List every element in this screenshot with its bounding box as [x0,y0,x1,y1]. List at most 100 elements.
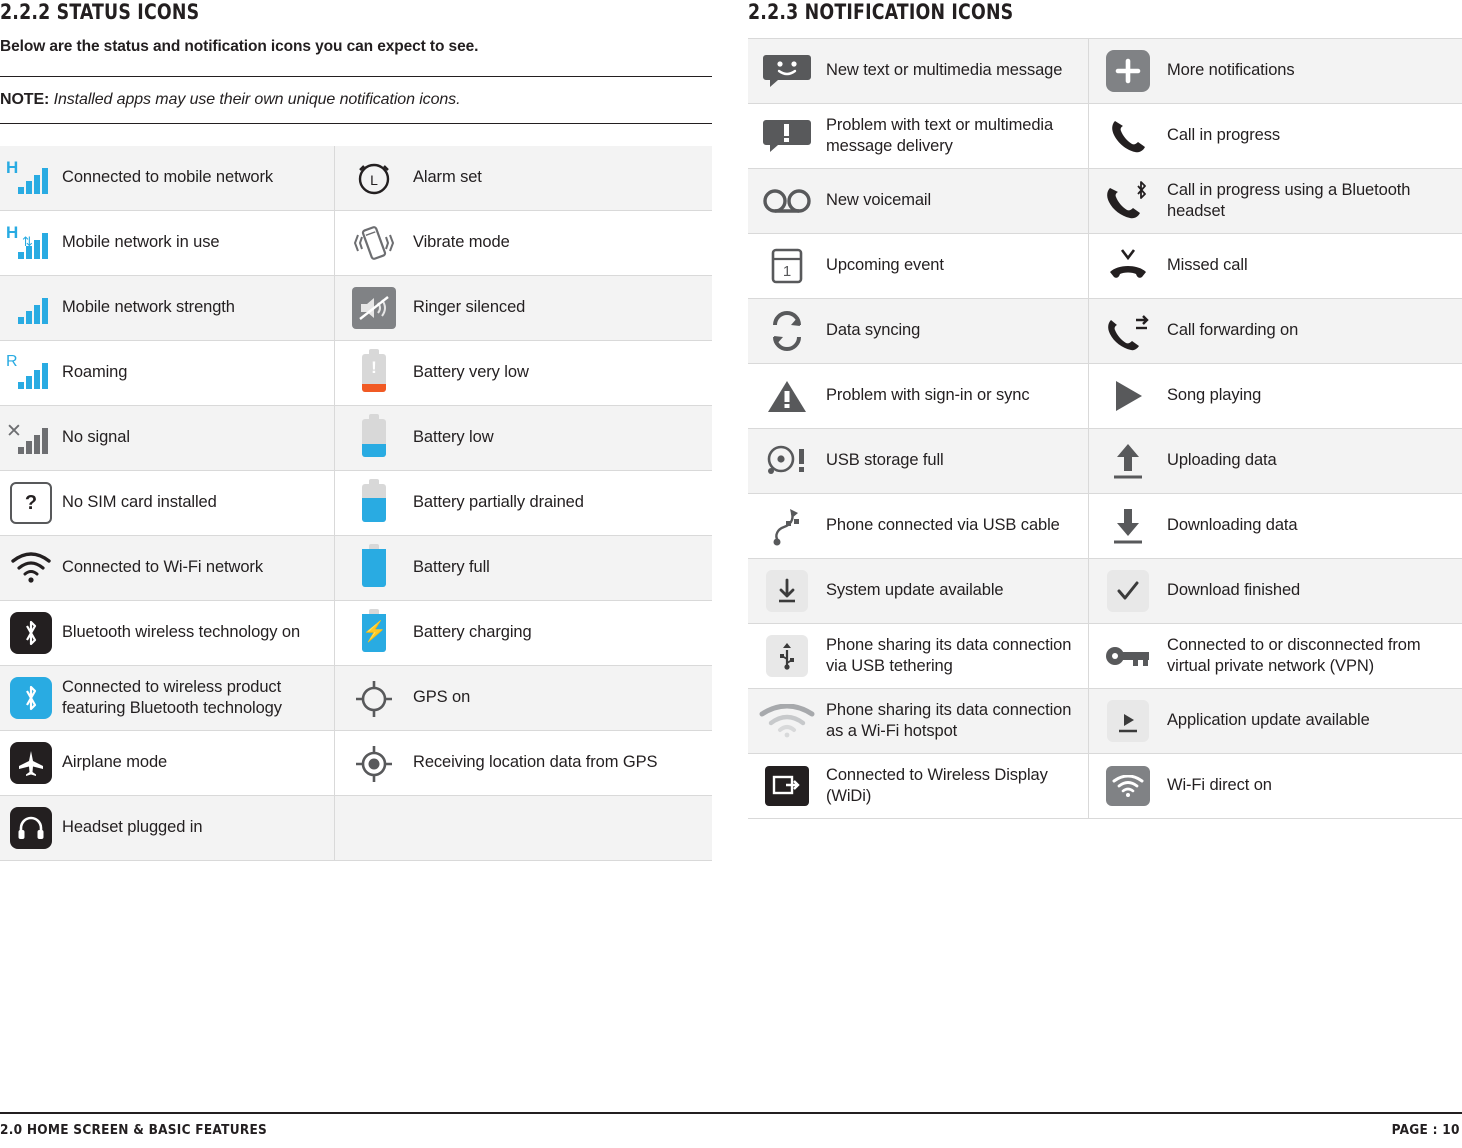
row-label: Problem with text or multimedia message … [826,103,1089,169]
notification-icons-section: 2.2.3 NOTIFICATION ICONS New text or mul… [748,0,1462,819]
roaming-icon: R [0,340,62,406]
row-label: Phone connected via USB cable [826,493,1089,559]
note-label: NOTE: [0,91,50,108]
status-icons-table: H Connected to mobile network L Alarm se… [0,146,712,861]
airplane-mode-icon [0,730,62,796]
row-label: Application update available [1167,688,1462,754]
table-row: ? No SIM card installed Battery partiall… [0,470,712,536]
row-label: Battery full [413,535,712,601]
row-label: Wi-Fi direct on [1167,753,1462,819]
svg-text:L: L [370,172,378,188]
row-label: Connected to or disconnected from virtua… [1167,623,1462,689]
battery-partial-icon [334,470,413,536]
row-label: No SIM card installed [62,470,335,536]
row-label: Vibrate mode [413,210,712,276]
wifi-icon [0,535,62,601]
row-label: No signal [62,405,335,471]
table-row: USB storage full Uploading data [748,428,1462,494]
uploading-data-icon [1088,428,1167,494]
row-label: Call in progress using a Bluetooth heads… [1167,168,1462,234]
table-row: Data syncing Call forwarding on [748,298,1462,364]
wireless-display-icon [748,753,826,819]
page-title-notification: 2.2.3 NOTIFICATION ICONS [748,0,1014,24]
row-label: Receiving location data from GPS [413,730,712,796]
battery-very-low-icon: ! [334,340,413,406]
usb-storage-full-icon [748,428,826,494]
row-label: Alarm set [413,146,712,211]
page-footer: 2.0 HOME SCREEN & BASIC FEATURES PAGE : … [0,1112,1462,1148]
table-row: Connected to Wireless Display (WiDi) Wi-… [748,753,1462,819]
row-label: Upcoming event [826,233,1089,299]
row-label: System update available [826,558,1089,624]
download-finished-icon [1088,558,1167,624]
call-forwarding-icon [1088,298,1167,364]
row-label: Battery low [413,405,712,471]
row-label: Connected to wireless product featuring … [62,665,335,731]
row-label: New text or multimedia message [826,38,1089,104]
wifi-direct-icon [1088,753,1167,819]
status-note: NOTE: Installed apps may use their own u… [0,76,712,124]
no-sim-icon: ? [0,470,62,536]
row-label: Song playing [1167,363,1462,429]
status-icons-section: 2.2.2 STATUS ICONS Below are the status … [0,0,712,861]
empty-icon-cell [334,795,413,861]
row-label [413,795,712,861]
row-label: Battery very low [413,340,712,406]
row-label: GPS on [413,665,712,731]
table-row: Bluetooth wireless technology on ⚡ Batte… [0,600,712,666]
table-row: Phone sharing its data connection via US… [748,623,1462,689]
row-label: Phone sharing its data connection as a W… [826,688,1089,754]
call-in-progress-icon [1088,103,1167,169]
table-row: New voicemail Call in progress using a B… [748,168,1462,234]
row-label: Phone sharing its data connection via US… [826,623,1089,689]
row-label: Connected to Wireless Display (WiDi) [826,753,1089,819]
usb-tethering-icon [748,623,826,689]
table-row: Mobile network strength Ringer silenced [0,275,712,341]
row-label: Battery charging [413,600,712,666]
table-row: 1 Upcoming event Missed call [748,233,1462,299]
table-row: Connected to Wi-Fi network Battery full [0,535,712,601]
table-row: H ⇅ Mobile network in use Vibrate mode [0,210,712,276]
ringer-silenced-icon [334,275,413,341]
row-label: New voicemail [826,168,1089,234]
no-signal-icon: ✕ [0,405,62,471]
row-label: USB storage full [826,428,1089,494]
row-label: Connected to mobile network [62,146,335,211]
vibrate-icon [334,210,413,276]
table-row: Phone connected via USB cable Downloadin… [748,493,1462,559]
usb-cable-icon [748,493,826,559]
app-update-icon [1088,688,1167,754]
missed-call-icon [1088,233,1167,299]
note-text: Installed apps may use their own unique … [49,91,461,108]
svg-text:1: 1 [783,263,791,280]
row-label: Mobile network strength [62,275,335,341]
row-label: Roaming [62,340,335,406]
row-label: More notifications [1167,38,1462,104]
song-playing-icon [1088,363,1167,429]
row-label: Call forwarding on [1167,298,1462,364]
battery-charging-icon: ⚡ [334,600,413,666]
system-update-icon [748,558,826,624]
row-label: Mobile network in use [62,210,335,276]
table-row: ✕ No signal Battery low [0,405,712,471]
table-row: R Roaming ! Battery very low [0,340,712,406]
data-syncing-icon [748,298,826,364]
row-label: Airplane mode [62,730,335,796]
table-row: Phone sharing its data connection as a W… [748,688,1462,754]
signal-h-active-icon: H ⇅ [0,210,62,276]
table-row: New text or multimedia message More noti… [748,38,1462,104]
row-label: Uploading data [1167,428,1462,494]
gps-receiving-icon [334,730,413,796]
alarm-clock-icon: L [334,146,413,211]
table-row: Problem with sign-in or sync Song playin… [748,363,1462,429]
footer-section-label: 2.0 HOME SCREEN & BASIC FEATURES [0,1122,268,1138]
footer-page-number: PAGE : 10 [1391,1122,1460,1138]
row-label: Missed call [1167,233,1462,299]
signal-h-icon: H [0,146,62,211]
signal-strength-icon [0,275,62,341]
new-message-icon [748,38,826,104]
bluetooth-connected-icon [0,665,62,731]
voicemail-icon [748,168,826,234]
wifi-hotspot-icon [748,688,826,754]
battery-full-icon [334,535,413,601]
